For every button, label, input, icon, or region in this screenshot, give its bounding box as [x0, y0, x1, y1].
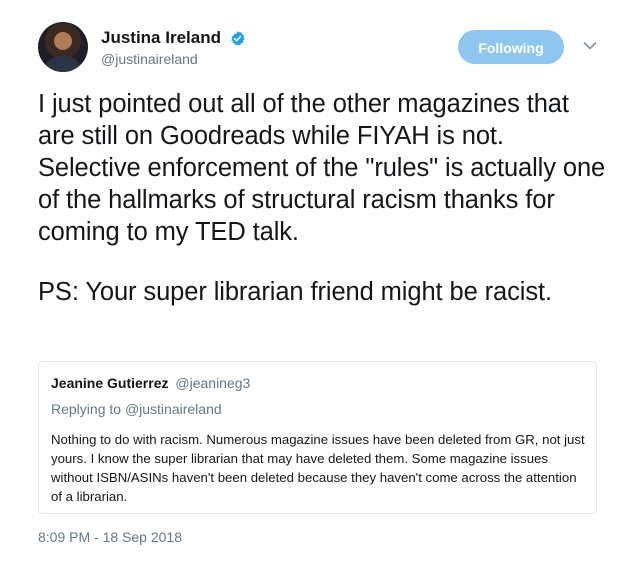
author-avatar[interactable]	[38, 22, 88, 72]
following-button[interactable]: Following	[458, 30, 564, 64]
tweet-paragraph: PS: Your super librarian friend might be…	[38, 278, 552, 306]
replying-to-prefix: Replying to	[51, 401, 125, 417]
author-handle[interactable]: @justinaireland	[101, 51, 246, 67]
chevron-down-icon[interactable]	[583, 41, 597, 51]
author-display-name[interactable]: Justina Ireland	[101, 28, 221, 48]
verified-badge-icon	[231, 30, 246, 45]
tweet-card: Justina Ireland @justinaireland Followin…	[0, 0, 634, 566]
replying-to-line: Replying to @justinaireland	[51, 401, 222, 417]
quoted-handle: @jeanineg3	[175, 375, 251, 391]
tweet-paragraph: I just pointed out all of the other maga…	[38, 90, 606, 246]
quoted-tweet-text: Nothing to do with racism. Numerous maga…	[51, 432, 585, 504]
replying-to-mention[interactable]: @justinaireland	[125, 401, 222, 417]
quoted-tweet-header: Jeanine Gutierrez @jeanineg3	[51, 375, 250, 391]
author-info: Justina Ireland @justinaireland	[101, 28, 246, 67]
quoted-tweet[interactable]: Jeanine Gutierrez @jeanineg3 Replying to…	[38, 361, 597, 514]
tweet-timestamp[interactable]: 8:09 PM - 18 Sep 2018	[38, 529, 182, 545]
tweet-text: I just pointed out all of the other maga…	[38, 88, 608, 308]
quoted-display-name: Jeanine Gutierrez	[51, 375, 169, 391]
